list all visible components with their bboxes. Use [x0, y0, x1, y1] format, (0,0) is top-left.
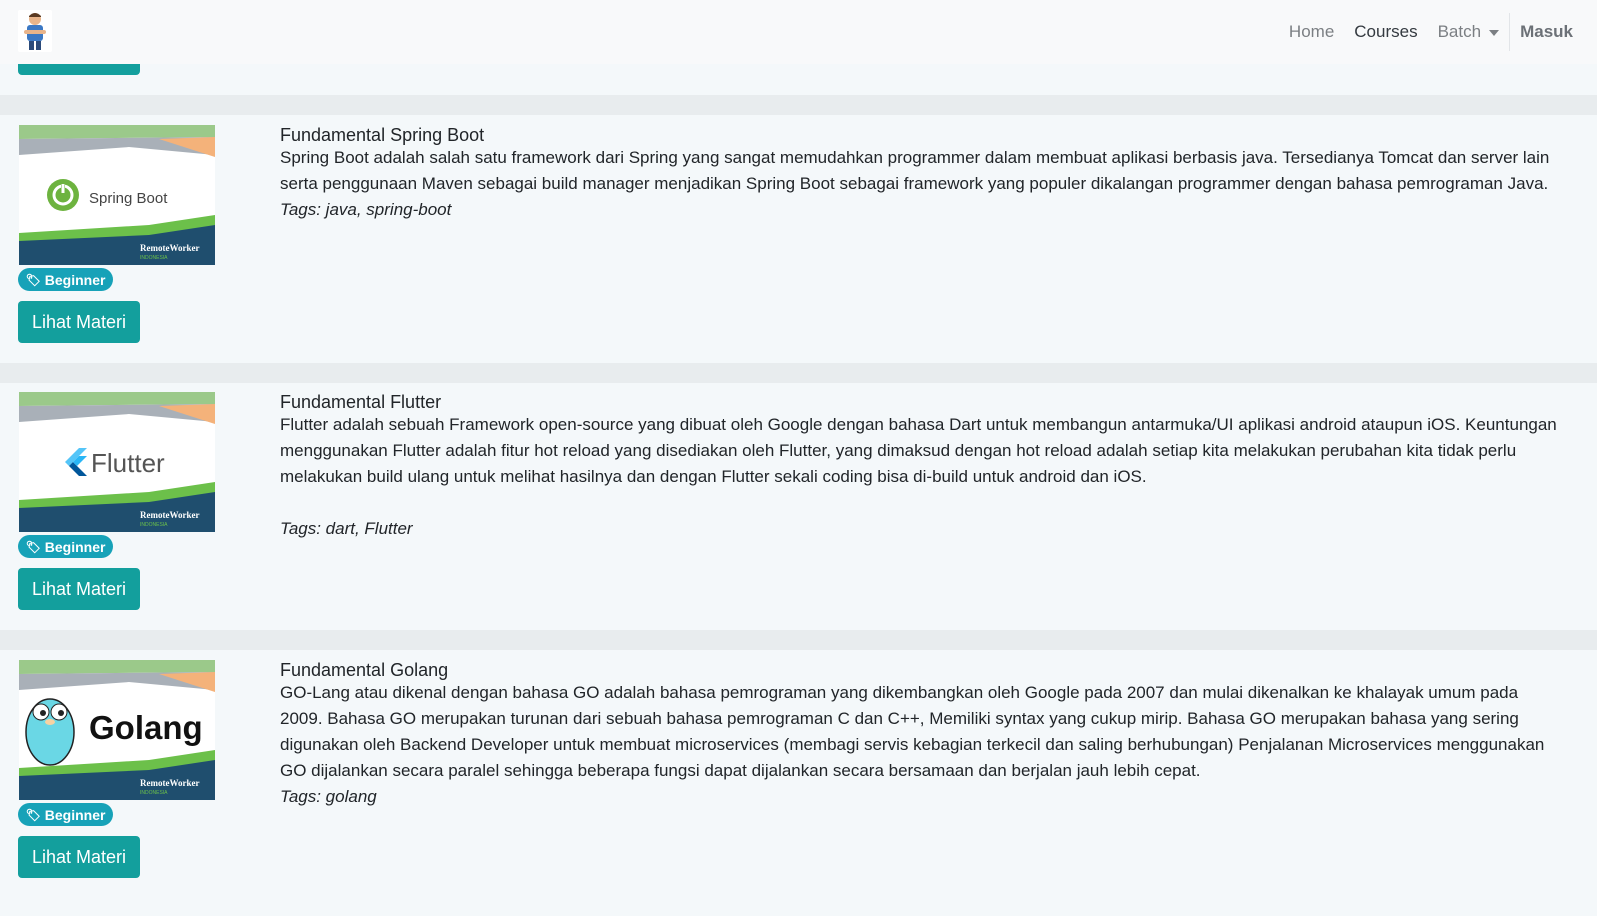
nav-divider	[1509, 13, 1511, 51]
chevron-down-icon	[1489, 29, 1500, 36]
nav-batch-dropdown[interactable]: Batch	[1437, 22, 1500, 42]
login-link[interactable]: Masuk	[1520, 22, 1573, 42]
nav-batch-label: Batch	[1437, 22, 1482, 41]
tag-icon: 🏷︎	[25, 807, 41, 822]
course-tags: Tags: dart, Flutter	[280, 519, 413, 538]
level-label: Beginner	[44, 538, 106, 555]
thumb-brand: RemoteWorker	[140, 243, 199, 253]
thumb-brand-sub: INDONESIA	[140, 522, 168, 528]
thumb-brand-sub: INDONESIA	[140, 790, 168, 796]
tag-icon: 🏷︎	[25, 539, 41, 554]
course-title[interactable]: Fundamental Spring Boot	[280, 125, 1560, 145]
avatar-logo[interactable]	[18, 10, 52, 52]
thumb-brand: RemoteWorker	[140, 778, 199, 788]
tag-icon: 🏷︎	[25, 272, 41, 287]
thumb-title: Spring Boot	[89, 190, 168, 207]
course-description: Spring Boot adalah salah satu framework …	[280, 148, 1550, 193]
thumb-title: Flutter	[91, 448, 165, 478]
previous-lihat-materi-button[interactable]	[18, 64, 140, 75]
nav-links: Home Courses Batch Masuk	[1269, 0, 1573, 64]
navbar: Home Courses Batch Masuk	[0, 0, 1597, 64]
thumb-brand-sub: INDONESIA	[140, 255, 168, 261]
course-tags: Tags: java, spring-boot	[280, 200, 452, 219]
section-divider	[0, 95, 1597, 115]
course-title[interactable]: Fundamental Golang	[280, 660, 1560, 680]
nav-home[interactable]: Home	[1289, 22, 1334, 42]
course-info: Fundamental Golang GO-Lang atau dikenal …	[280, 660, 1560, 810]
course-info: Fundamental Flutter Flutter adalah sebua…	[280, 392, 1560, 542]
level-badge: 🏷︎ Beginner	[18, 803, 113, 826]
course-description: Flutter adalah sebuah Framework open-sou…	[280, 415, 1557, 486]
course-thumbnail[interactable]: Golang RemoteWorker INDONESIA	[19, 660, 215, 800]
level-label: Beginner	[44, 806, 106, 823]
level-label: Beginner	[44, 271, 106, 288]
nav-courses[interactable]: Courses	[1354, 22, 1417, 42]
lihat-materi-button[interactable]: Lihat Materi	[18, 836, 140, 878]
course-thumbnail[interactable]: Flutter RemoteWorker INDONESIA	[19, 392, 215, 532]
thumb-title: Golang	[89, 709, 203, 746]
lihat-materi-button[interactable]: Lihat Materi	[18, 301, 140, 343]
thumb-brand: RemoteWorker	[140, 510, 199, 520]
lihat-materi-button[interactable]: Lihat Materi	[18, 568, 140, 610]
course-info: Fundamental Spring Boot Spring Boot adal…	[280, 125, 1560, 223]
course-thumbnail[interactable]: Spring Boot RemoteWorker INDONESIA	[19, 125, 215, 265]
course-tags: Tags: golang	[280, 787, 377, 806]
section-divider	[0, 630, 1597, 650]
course-title[interactable]: Fundamental Flutter	[280, 392, 1560, 412]
section-divider	[0, 363, 1597, 383]
course-description: GO-Lang atau dikenal dengan bahasa GO ad…	[280, 683, 1545, 780]
level-badge: 🏷︎ Beginner	[18, 535, 113, 558]
level-badge: 🏷︎ Beginner	[18, 268, 113, 291]
